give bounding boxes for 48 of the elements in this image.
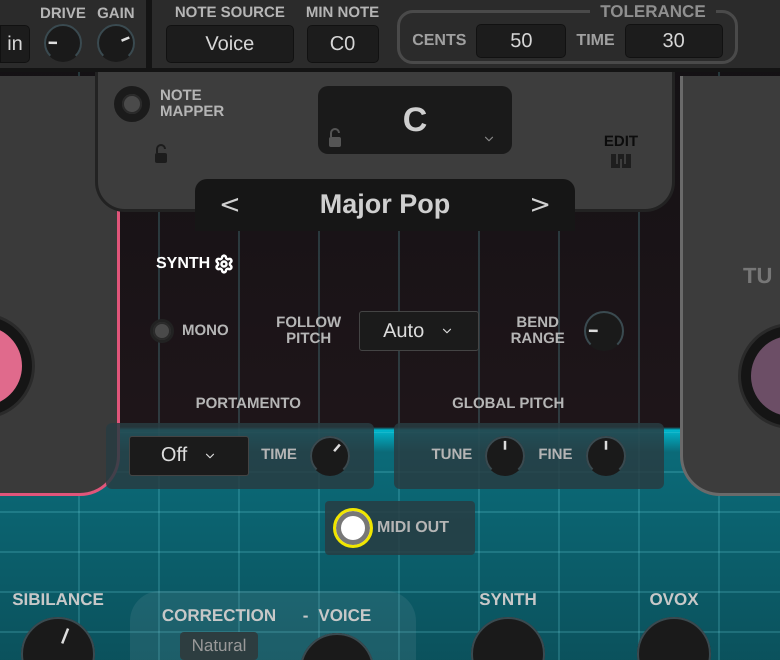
note-mapper-label: NOTE MAPPER xyxy=(160,88,226,120)
portamento-dropdown[interactable]: Off xyxy=(129,436,250,476)
key-dropdown[interactable]: C xyxy=(318,86,512,154)
panel-label: TU xyxy=(743,263,772,288)
follow-pitch-label: FOLLOW PITCH xyxy=(275,314,342,348)
correction-label: CORRECTION xyxy=(162,607,276,626)
field-label: NOTE SOURCE xyxy=(174,4,285,21)
previous-scale-button[interactable]: < xyxy=(215,190,245,220)
note-source-dropdown[interactable]: Voice xyxy=(166,25,294,63)
note-mapper-toggle[interactable] xyxy=(114,86,150,122)
knob-pointer[interactable] xyxy=(604,440,607,450)
knob-label: SIBILANCE xyxy=(12,591,104,610)
next-scale-button[interactable]: > xyxy=(525,190,555,220)
settings-icon[interactable] xyxy=(214,254,234,274)
global-pitch-title: GLOBAL PITCH xyxy=(452,396,564,412)
field-label: CENTS xyxy=(412,32,466,50)
mono-toggle[interactable] xyxy=(150,319,174,343)
scale-name[interactable]: Major Pop xyxy=(320,190,450,220)
knob-pointer[interactable] xyxy=(120,36,130,42)
separator: - xyxy=(302,607,308,626)
min-note-dropdown[interactable]: C0 xyxy=(306,25,379,63)
field-label: TIME xyxy=(576,32,615,50)
lock-icon[interactable] xyxy=(328,128,342,148)
knob-pointer[interactable] xyxy=(333,443,341,452)
knob-label: GAIN xyxy=(97,6,135,22)
lock-icon[interactable] xyxy=(154,144,168,164)
mono-label: MONO xyxy=(182,322,229,340)
knob-label: FINE xyxy=(538,447,572,464)
bend-range-label: BEND RANGE xyxy=(510,314,566,348)
knob-label: VOICE xyxy=(318,607,372,626)
knob-label: SYNTH xyxy=(479,591,537,610)
knob-label: TUNE xyxy=(431,447,472,464)
value-field[interactable]: 30 xyxy=(624,24,723,58)
knob-label: TIME xyxy=(261,447,297,464)
correction-mode[interactable]: Natural xyxy=(180,632,258,660)
portamento-title: PORTAMENTO xyxy=(196,396,301,412)
midi-out-label: MIDI OUT xyxy=(377,518,449,536)
knob-pointer[interactable] xyxy=(588,330,598,332)
field-label: MIN NOTE xyxy=(306,4,380,21)
value-field[interactable]: 50 xyxy=(476,24,566,58)
knob-label: OVOX xyxy=(649,591,699,610)
knob-label: DRIVE xyxy=(40,6,86,22)
knob-pointer[interactable] xyxy=(504,440,507,450)
midi-out-toggle[interactable] xyxy=(333,508,373,548)
knob-pointer[interactable] xyxy=(48,42,57,44)
follow-pitch-dropdown[interactable]: Auto xyxy=(358,311,479,351)
input-field[interactable]: in xyxy=(0,25,30,63)
synth-title: SYNTH xyxy=(156,255,210,273)
